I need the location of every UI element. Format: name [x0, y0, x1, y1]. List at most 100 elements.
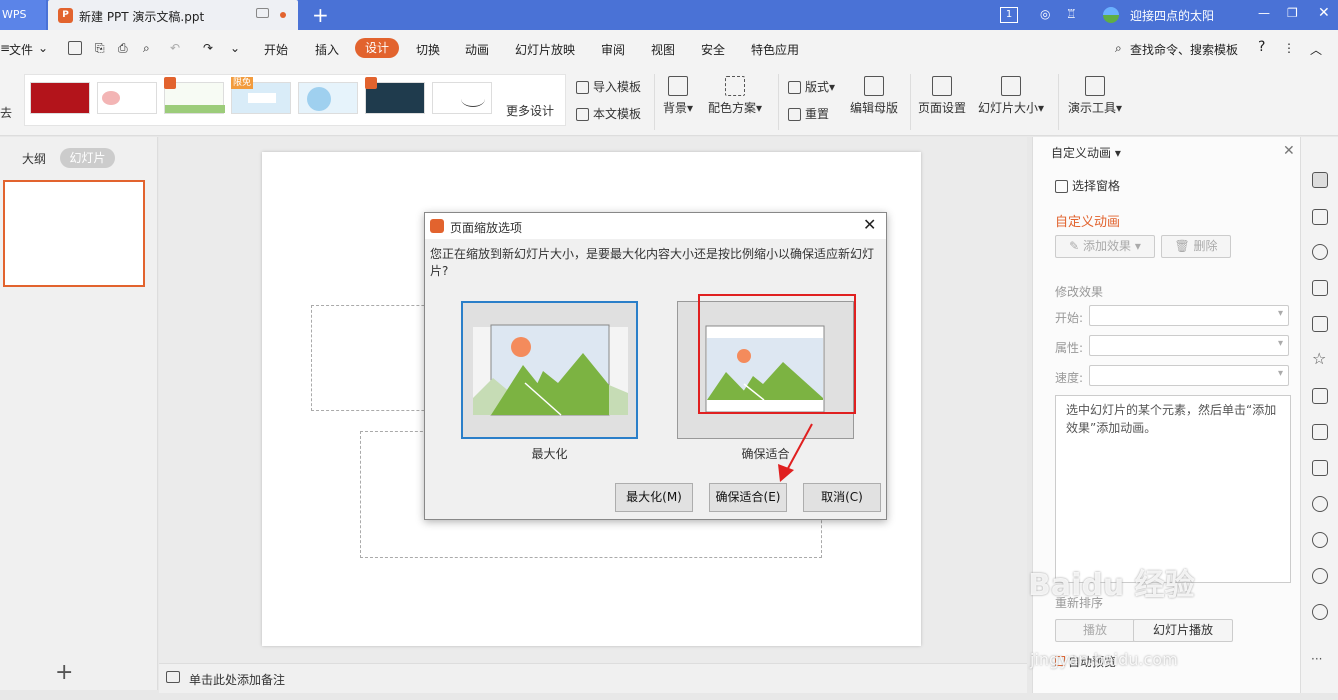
import-template-button[interactable]: 导入模板	[576, 78, 641, 95]
shirt-icon[interactable]: ♖	[1066, 7, 1077, 21]
skin-icon[interactable]: ◎	[1040, 7, 1050, 21]
text-template-button[interactable]: 本文模板	[576, 105, 641, 122]
settings-sliders-icon[interactable]	[1312, 280, 1328, 296]
reset-button[interactable]: 重置	[788, 105, 829, 122]
layout-button[interactable]: 版式▾	[788, 78, 835, 95]
color-scheme-button[interactable]: 配色方案▾	[708, 76, 762, 116]
avatar[interactable]	[1103, 7, 1119, 23]
menu-slideshow[interactable]: 幻灯片放映	[515, 41, 575, 58]
selection-pane-button[interactable]: 选择窗格	[1055, 177, 1120, 194]
menu-security[interactable]: 安全	[701, 41, 725, 58]
pane-title[interactable]: 自定义动画 ▾	[1051, 144, 1121, 161]
play-label: 播放	[1082, 623, 1107, 637]
menu-design[interactable]: 设计	[355, 38, 399, 58]
play-button[interactable]: 播放	[1055, 619, 1135, 642]
add-effect-label: 添加效果	[1083, 239, 1132, 253]
restore-icon[interactable]: ❐	[1287, 6, 1298, 20]
preview-icon[interactable]: ⌕	[143, 41, 150, 56]
tab-slides[interactable]: 幻灯片	[60, 148, 115, 168]
animation-hint: 选中幻灯片的某个元素，然后单击“添加效果”添加动画。	[1055, 395, 1291, 583]
delete-button[interactable]: 🗑 删除	[1161, 235, 1231, 258]
maximize-button[interactable]: 最大化(M)	[615, 483, 693, 512]
color-scheme-label: 配色方案	[708, 101, 757, 115]
presentation-tools-label: 演示工具	[1068, 101, 1117, 115]
cancel-button[interactable]: 取消(C)	[803, 483, 881, 512]
menu-insert[interactable]: 插入	[315, 41, 339, 58]
close-icon[interactable]: ✕	[863, 215, 876, 234]
design-thumb-7[interactable]	[432, 82, 492, 114]
reset-icon	[788, 108, 801, 121]
page-setup-button[interactable]: 页面设置	[918, 76, 966, 116]
menu-view[interactable]: 视图	[651, 41, 675, 58]
start-select[interactable]	[1089, 305, 1289, 326]
help-icon[interactable]: ?	[1258, 39, 1265, 55]
arrow-annotation-icon	[778, 423, 813, 482]
design-thumb-5[interactable]	[298, 82, 358, 114]
document-tab[interactable]: P 新建 PPT 演示文稿.ppt	[48, 0, 298, 30]
selection-pane-icon	[1055, 180, 1068, 193]
notes-placeholder[interactable]: 单击此处添加备注	[189, 671, 285, 688]
menu-start[interactable]: 开始	[264, 41, 288, 58]
slide-size-button[interactable]: 幻灯片大小▾	[978, 76, 1044, 116]
workspace-badge[interactable]: 1	[1000, 7, 1018, 23]
shield-icon[interactable]	[1312, 532, 1328, 548]
design-thumb-1[interactable]	[30, 82, 90, 114]
design-thumb-2[interactable]	[97, 82, 157, 114]
history-icon[interactable]	[1312, 568, 1328, 584]
page-setup-icon	[932, 76, 952, 96]
collapse-ribbon-icon[interactable]: ︿	[1310, 41, 1322, 58]
archive-icon[interactable]	[1312, 388, 1328, 404]
search-icon[interactable]: ⌕	[1115, 41, 1122, 56]
slide-thumbnail[interactable]	[3, 180, 145, 287]
tab-outline[interactable]: 大纲	[22, 150, 46, 167]
shape-icon[interactable]	[1312, 244, 1328, 260]
more-icon[interactable]: ···	[1311, 652, 1322, 666]
slideshow-button[interactable]: 幻灯片播放	[1133, 619, 1233, 642]
undo-icon[interactable]: ↶	[170, 41, 180, 55]
monitor-icon[interactable]	[256, 8, 269, 18]
quick-access-dropdown-icon[interactable]: ⌄	[230, 41, 240, 55]
minimize-icon[interactable]: —	[1258, 6, 1270, 20]
menu-transition[interactable]: 切换	[416, 41, 440, 58]
background-icon	[668, 76, 689, 96]
picture-icon[interactable]	[1312, 460, 1328, 476]
more-designs-button[interactable]: 更多设计	[506, 102, 554, 119]
help-icon[interactable]	[1312, 604, 1328, 620]
wps-home-tab[interactable]: WPS	[0, 0, 46, 30]
star-icon[interactable]: ☆	[1312, 351, 1328, 368]
animation-icon[interactable]	[1312, 172, 1328, 188]
print-icon[interactable]: ⎙	[118, 41, 128, 56]
add-effect-button[interactable]: ✎ 添加效果 ▾	[1055, 235, 1155, 258]
chevron-down-icon[interactable]: ⌄	[38, 41, 48, 55]
property-select[interactable]	[1089, 335, 1289, 356]
ribbon-divider	[654, 74, 655, 130]
more-icon[interactable]: ⋮	[1283, 41, 1295, 55]
maximize-option[interactable]	[461, 301, 638, 439]
image-icon[interactable]	[1312, 316, 1328, 332]
share-icon[interactable]	[1312, 424, 1328, 440]
edit-master-button[interactable]: 编辑母版	[850, 76, 898, 116]
dialog-title: 页面缩放选项	[450, 221, 523, 235]
share-icon[interactable]: ⎘	[95, 41, 105, 56]
ensure-fit-button[interactable]: 确保适合(E)	[709, 483, 787, 512]
close-pane-icon[interactable]: ✕	[1283, 143, 1295, 159]
add-slide-icon[interactable]: +	[55, 660, 73, 685]
menu-review[interactable]: 审阅	[601, 41, 625, 58]
dialog-message: 您正在缩放到新幻灯片大小，是要最大化内容大小还是按比例缩小以确保适应新幻灯片?	[430, 247, 875, 278]
redo-icon[interactable]: ↷	[203, 41, 213, 55]
user-name[interactable]: 迎接四点的太阳	[1130, 7, 1214, 24]
new-tab-button[interactable]: +	[312, 3, 329, 27]
save-icon[interactable]	[68, 41, 82, 55]
menu-special[interactable]: 特色应用	[751, 41, 799, 58]
menu-file[interactable]: 文件	[9, 41, 33, 58]
audio-icon[interactable]	[1312, 496, 1328, 512]
search-commands[interactable]: 查找命令、搜索模板	[1130, 41, 1238, 58]
notes-bar[interactable]: 单击此处添加备注	[159, 663, 1027, 693]
transition-icon[interactable]	[1312, 209, 1328, 225]
presentation-tools-button[interactable]: 演示工具▾	[1068, 76, 1122, 116]
speed-select[interactable]	[1089, 365, 1289, 386]
menu-animation[interactable]: 动画	[465, 41, 489, 58]
close-window-icon[interactable]: ✕	[1318, 5, 1330, 21]
highlight-box	[698, 294, 856, 414]
background-button[interactable]: 背景▾	[663, 76, 693, 116]
